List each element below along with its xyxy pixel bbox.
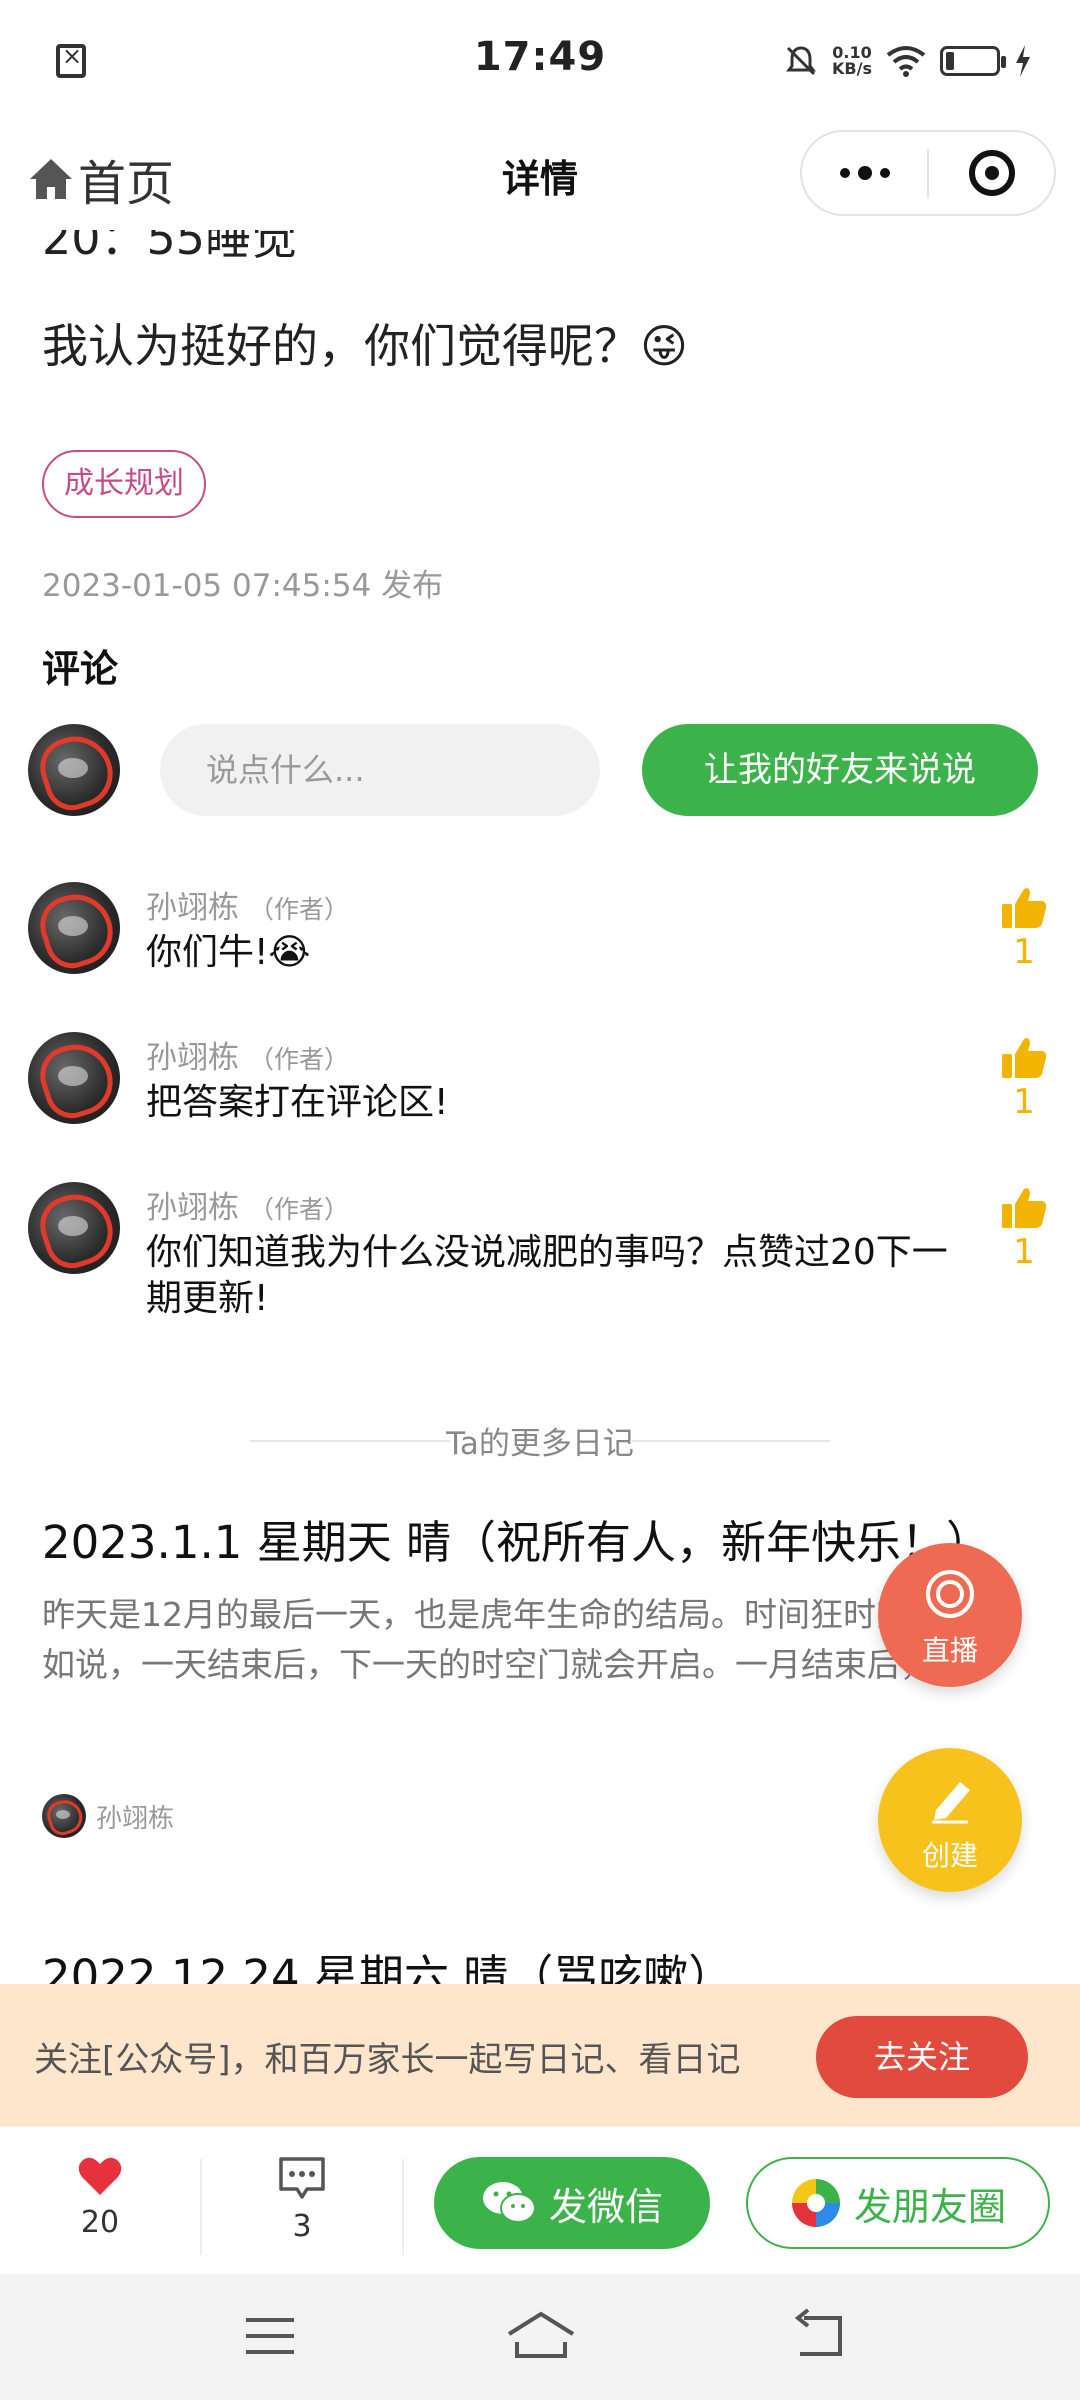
share-moments-label: 发朋友圈 [853,2184,1006,2229]
like-count: 20 [80,2205,120,2240]
follow-button[interactable]: 去关注 [816,2016,1028,2098]
navigation-bar: 首页 详情 [0,124,1080,230]
diary-title[interactable]: 2022.12.24 星期六 晴（骂咳嗽） [42,1940,733,1985]
battery-icon [940,46,1006,76]
follow-banner: 关注[公众号]，和百万家长一起写日记、看日记 去关注 [0,1984,1080,2126]
diary-author-name: 孙翊栋 [96,1803,175,1834]
share-wechat-label: 发微信 [548,2184,663,2229]
diary-excerpt[interactable]: 昨天是12月的最后一天，也是虎年生命的结局。时间狂时空门，比如说，一天结束后，下… [42,1590,1022,1690]
author-role: （作者） [249,1045,350,1074]
network-speed-unit: KB/s [832,59,872,78]
comment-like-button[interactable]: 1 [996,1036,1052,1122]
mute-bell-icon [786,46,817,76]
wechat-icon [482,2182,536,2223]
status-icons: 0.10 KB/s [784,38,1032,84]
comment-like-button[interactable]: 1 [996,1186,1052,1272]
avatar [28,724,120,816]
system-navigation-bar [0,2274,1080,2400]
status-bar: 17:49 0.10 KB/s [0,0,1080,124]
invite-friends-button[interactable]: 让我的好友来说说 [642,724,1038,816]
more-options-button[interactable] [802,132,927,214]
like-count: 1 [1013,932,1035,972]
heart-icon [78,2157,122,2195]
article-text-line: 20：55睡觉 [42,230,298,265]
detail-content[interactable]: 20：55睡觉 我认为挺好的，你们觉得呢？😜 成长规划 2023-01-05 0… [0,230,1080,1985]
live-button[interactable]: 直播 [878,1543,1022,1687]
avatar [42,1794,86,1838]
like-button[interactable]: 20 [40,2155,160,2240]
follow-message: 关注[公众号]，和百万家长一起写日记、看日记 [34,2040,741,2080]
more-diaries-heading: Ta的更多日记 [0,1418,1080,1463]
author-name: 孙翊栋 [146,890,239,926]
thumbs-up-icon [1002,1038,1047,1078]
comment-input[interactable] [160,724,600,816]
comment-compose: 让我的好友来说说 [28,724,1052,816]
comment-author: 孙翊栋 （作者） [146,882,349,927]
comment-icon [279,2157,325,2199]
author-name: 孙翊栋 [146,1190,239,1226]
author-role: （作者） [249,895,350,924]
close-mini-program-button[interactable] [929,132,1054,214]
publish-time: 2023-01-05 07:45:54 发布 [42,568,444,604]
avatar[interactable] [28,1032,120,1124]
comment-author: 孙翊栋 （作者） [146,1182,349,1227]
moments-icon [791,2179,840,2227]
comment-text: 你们牛!😭 [146,932,311,973]
comment-button[interactable]: 3 [242,2155,362,2244]
pencil-icon [932,1782,970,1824]
charging-icon [1016,45,1030,77]
comment-author: 孙翊栋 （作者） [146,1032,349,1077]
comment-text: 把答案打在评论区! [146,1082,449,1123]
wifi-icon [886,46,926,77]
like-count: 1 [1013,1082,1035,1122]
comment-text: 你们知道我为什么没说减肥的事吗？点赞过20下一期更新! [146,1232,948,1319]
avatar[interactable] [28,1182,120,1274]
article-text-line: 我认为挺好的，你们觉得呢？😜 [42,319,688,373]
like-count: 1 [1013,1232,1035,1272]
comments-heading: 评论 [42,647,119,691]
network-speed: 0.10 KB/s [832,45,872,77]
menu-icon[interactable] [240,2308,300,2364]
comment-like-button[interactable]: 1 [996,886,1052,972]
bottom-action-bar: 20 3 发微信 发朋友圈 [0,2126,1080,2274]
mini-program-capsule [800,130,1056,216]
thumbs-up-icon [1002,888,1047,928]
author-name: 孙翊栋 [146,1040,239,1076]
category-tag[interactable]: 成长规划 [42,450,206,518]
home-nav-icon[interactable] [505,2308,577,2364]
share-moments-button[interactable]: 发朋友圈 [746,2157,1050,2249]
share-wechat-button[interactable]: 发微信 [434,2157,710,2249]
create-button[interactable]: 创建 [878,1748,1022,1892]
avatar[interactable] [28,882,120,974]
diary-title[interactable]: 2023.1.1 星期天 晴（祝所有人，新年快乐！） [42,1506,991,1571]
diary-author[interactable]: 孙翊栋 [42,1794,174,1838]
author-role: （作者） [249,1195,350,1224]
back-icon[interactable] [790,2308,850,2364]
target-icon [968,150,1015,196]
comment-count: 3 [292,2209,312,2244]
thumbs-up-icon [1002,1188,1047,1228]
create-label: 创建 [921,1839,978,1872]
live-icon [926,1570,974,1618]
live-label: 直播 [921,1634,978,1667]
